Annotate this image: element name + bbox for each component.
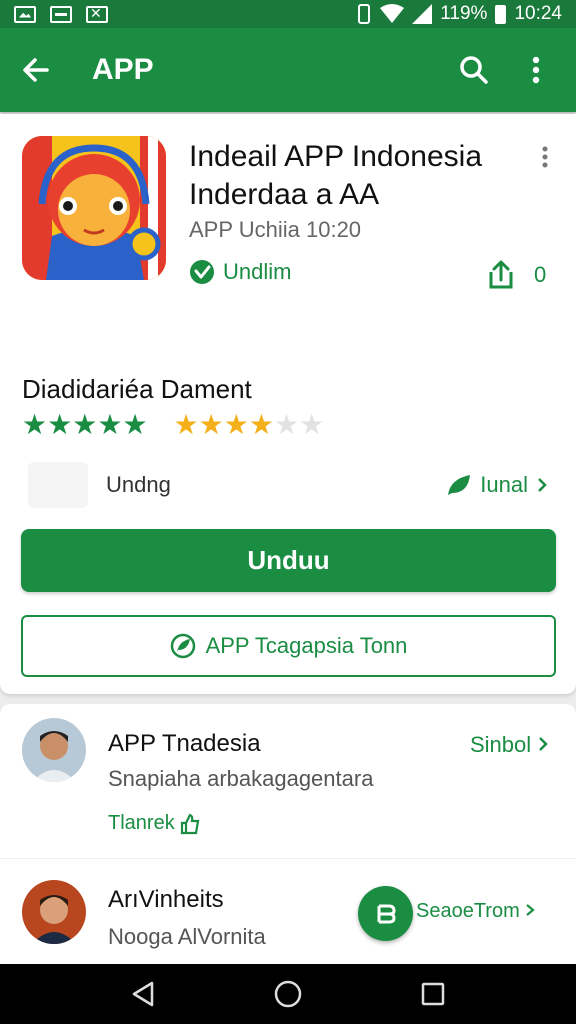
star-empty-icon: ★ — [299, 409, 325, 440]
signal-icon — [412, 4, 433, 24]
star-half-icon: ★ — [122, 409, 148, 440]
app-detail-card: Indeail APP Indonesia Inderdaa a AA APP … — [0, 114, 576, 694]
star-icon: ★ — [97, 409, 123, 440]
verified-badge: Undlim — [189, 259, 291, 285]
star-icon: ★ — [198, 409, 224, 440]
app-logo-icon — [22, 136, 166, 280]
star-icon: ★ — [248, 409, 274, 440]
thumbnail-placeholder — [28, 462, 88, 508]
chat-notification-icon — [50, 5, 72, 23]
card-more-icon[interactable] — [532, 144, 558, 170]
star-empty-icon: ★ — [273, 409, 300, 440]
chevron-right-icon — [539, 737, 549, 751]
more-vert-icon[interactable] — [514, 48, 558, 92]
app-version: APP Uchiia 10:20 — [189, 217, 362, 242]
share-icon[interactable] — [484, 258, 518, 292]
ratings-title: Diadidariéa Dament — [22, 374, 252, 404]
star-icon: ★ — [22, 409, 48, 440]
detail-row-label: Undng — [106, 472, 171, 497]
share-count: 0 — [534, 262, 547, 287]
x-notification-icon — [86, 5, 108, 23]
leaf-circle-icon — [170, 633, 195, 659]
reviewer-subtitle: Nooga AlVornita — [108, 924, 266, 949]
fab-label-text: SeaoeTrom — [416, 900, 520, 922]
download-button[interactable]: Unduu — [21, 529, 556, 592]
app-screen: 119% 10:24 APP — [0, 0, 576, 1024]
reviewer-name: ArıVinheits — [108, 886, 224, 913]
verified-check-icon — [190, 260, 214, 284]
helpful-label: Tlanrek — [108, 812, 175, 834]
search-icon[interactable] — [452, 48, 496, 92]
back-arrow-icon[interactable] — [0, 28, 72, 112]
nav-recents-icon[interactable] — [413, 974, 453, 1014]
verified-label: Undlim — [223, 259, 292, 284]
detail-row-link[interactable]: Iunal — [446, 472, 548, 498]
app-name: Indeail APP Indonesia Inderdaa a AA — [189, 140, 483, 211]
chevron-right-icon — [526, 904, 536, 916]
status-bar: 119% 10:24 — [0, 0, 576, 28]
divider — [0, 858, 576, 859]
star-icon: ★ — [47, 409, 73, 440]
app-bar: APP — [0, 28, 576, 112]
detail-row-link-label: Iunal — [480, 472, 528, 497]
floating-action-button[interactable] — [358, 886, 413, 941]
battery-icon — [495, 4, 507, 24]
avatar[interactable] — [22, 880, 86, 944]
detail-row[interactable]: Undng Iunal — [28, 462, 548, 508]
star-icon: ★ — [173, 409, 199, 440]
clock: 10:24 — [514, 3, 562, 24]
system-nav-bar — [0, 964, 576, 1024]
fab-label[interactable]: SeaoeTrom — [416, 900, 536, 923]
thumbs-up-icon — [180, 813, 200, 834]
translate-icon — [377, 904, 396, 923]
vibrate-icon — [358, 4, 371, 24]
avatar[interactable] — [22, 718, 86, 782]
reviews-card: APP Tnadesia Snapiaha arbakagagentara Si… — [0, 704, 576, 966]
see-more-label: Sinbol — [470, 732, 532, 757]
leaf-icon — [448, 475, 471, 495]
star-icon: ★ — [223, 409, 249, 440]
battery-percent: 119% — [440, 3, 488, 24]
app-bar-title: APP — [92, 53, 154, 86]
nav-back-icon[interactable] — [123, 974, 163, 1014]
see-more-link[interactable]: Sinbol — [470, 732, 549, 758]
wifi-icon — [380, 4, 405, 23]
reviewer-name: APP Tnadesia — [108, 730, 261, 757]
reviewer-subtitle: Snapiaha arbakagagentara — [108, 766, 374, 791]
star-rating: ★ ★ ★ ★ ★ ★ ★ ★ ★ ★ ★ — [22, 410, 324, 440]
star-icon: ★ — [72, 409, 98, 440]
nav-home-icon[interactable] — [268, 974, 308, 1014]
secondary-action-button[interactable]: APP Tcagapsia Tonn — [21, 615, 556, 677]
chevron-right-icon — [538, 478, 547, 492]
secondary-action-label: APP Tcagapsia Tonn — [205, 633, 408, 658]
image-notification-icon — [14, 5, 36, 23]
helpful-button[interactable]: Tlanrek — [108, 812, 201, 835]
